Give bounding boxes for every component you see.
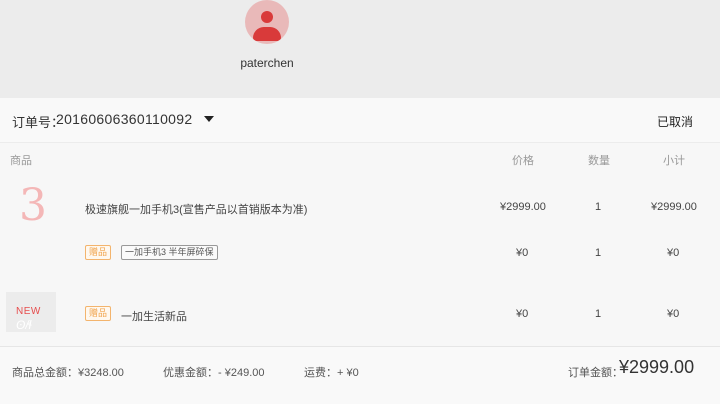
discount-amount: 优惠金额：- ¥249.00	[163, 367, 265, 379]
gift-product-name[interactable]: 一加生活新品	[121, 308, 187, 324]
order-total-label: 订单金额：	[568, 367, 623, 379]
gift-price: ¥0	[516, 247, 529, 259]
gift-qty: 1	[595, 247, 602, 259]
col-header-subtotal: 小计	[663, 155, 685, 167]
col-header-product: 商品	[10, 155, 32, 167]
gift-price: ¥0	[516, 308, 529, 320]
product-qty: 1	[595, 201, 602, 213]
col-header-qty: 数量	[588, 155, 610, 167]
gift-badge: 赠品	[85, 245, 112, 260]
avatar-head	[261, 11, 273, 23]
gift-subtotal: ¥0	[667, 308, 680, 320]
order-number: 20160606360110092	[56, 111, 193, 127]
user-avatar-icon[interactable]	[245, 0, 289, 44]
new-label: NEW	[16, 306, 41, 317]
gift-note-badge: 一加手机3 半年屏碎保	[121, 245, 218, 260]
goods-total: 商品总金额：¥3248.00	[12, 367, 124, 379]
username: paterchen	[0, 56, 534, 70]
shipping-fee: 运费：+ ¥0	[304, 367, 359, 379]
expand-caret-icon[interactable]	[204, 116, 214, 122]
product-thumbnail-new[interactable]: NEW ʘ/ɬ	[6, 292, 56, 332]
thumb-decoration: ʘ/ɬ	[16, 318, 32, 332]
col-header-price: 价格	[512, 155, 534, 167]
gift-badge: 赠品	[85, 306, 112, 321]
order-header: 订单号： 20160606360110092 已取消	[0, 98, 720, 143]
profile-header	[0, 0, 720, 98]
product-subtotal: ¥2999.00	[651, 201, 697, 213]
product-thumbnail[interactable]: 3	[12, 184, 54, 230]
product-price: ¥2999.00	[500, 201, 546, 213]
avatar-body	[253, 27, 281, 41]
gift-qty: 1	[595, 308, 602, 320]
order-total-amount: ¥2999.00	[619, 357, 695, 377]
gift-subtotal: ¥0	[667, 247, 680, 259]
product-name[interactable]: 极速旗舰一加手机3(宣售产品以首销版本为准)	[85, 201, 307, 217]
username-text: paterchen	[240, 56, 294, 70]
order-status: 已取消	[656, 115, 693, 129]
